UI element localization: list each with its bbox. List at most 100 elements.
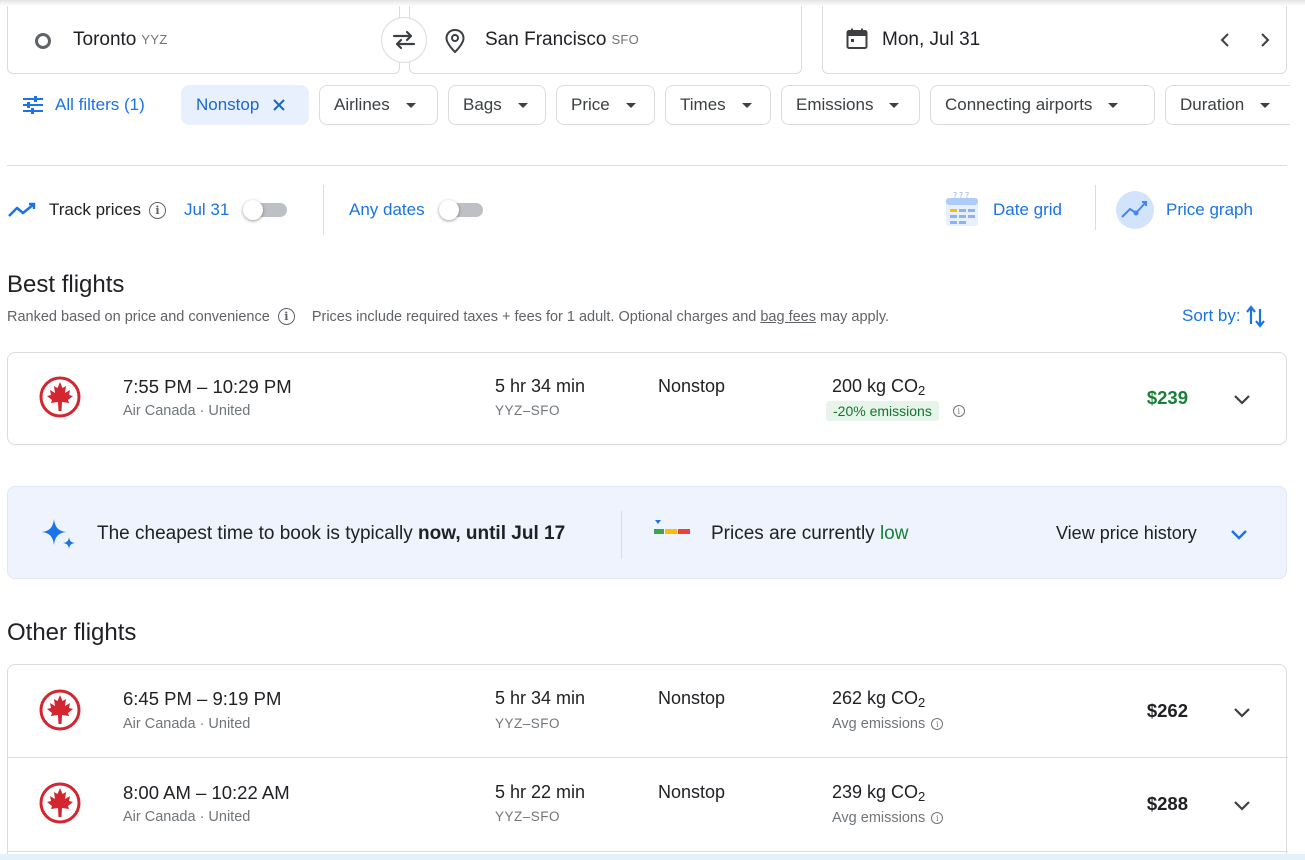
price-chip[interactable]: Price	[556, 85, 655, 125]
flight-price: $239	[1146, 387, 1188, 408]
co2-value: 200 kg CO	[832, 376, 919, 396]
date-grid-button[interactable]: ? ? ? Date grid	[945, 190, 1062, 230]
price-level-a: Prices are currently	[711, 523, 875, 544]
origin-city: Toronto	[73, 28, 137, 50]
caret-down-icon	[889, 102, 900, 108]
sort-by-label: Sort by:	[1182, 306, 1241, 325]
connecting-airports-chip[interactable]: Connecting airports	[930, 85, 1155, 125]
flight-route: YYZ–SFO	[495, 716, 561, 731]
emissions-info: Avg emissions i	[832, 810, 944, 826]
swap-button[interactable]	[381, 17, 427, 63]
flight-row[interactable]: 8:00 AM – 10:22 AM Air Canada · United 5…	[8, 759, 1288, 852]
close-icon[interactable]	[272, 98, 286, 112]
previous-date-button[interactable]	[1213, 28, 1237, 52]
co2-subscript: 2	[918, 383, 926, 398]
toggle-knob	[438, 200, 459, 220]
flight-co2: 239 kg CO2	[832, 782, 925, 804]
date-grid-icon: ? ? ?	[946, 192, 978, 226]
track-prices-group: Track prices i Jul 31	[7, 190, 288, 230]
svg-text:?: ?	[953, 192, 957, 200]
track-date-label: Jul 31	[183, 200, 230, 219]
destination-field[interactable]: San Francisco SFO	[409, 6, 802, 74]
info-icon[interactable]: i	[931, 718, 944, 730]
emissions-chip-label: Emissions	[796, 95, 874, 114]
info-icon[interactable]: i	[931, 812, 944, 824]
emissions-label: Avg emissions	[832, 810, 926, 826]
destination-city: San Francisco	[485, 28, 607, 50]
all-filters-button[interactable]: All filters (1)	[22, 85, 145, 125]
ranked-label: Ranked based on price and convenience	[7, 308, 270, 325]
prices-note-start: Prices include required taxes + fees for…	[311, 308, 757, 325]
info-icon[interactable]: i	[277, 308, 295, 325]
any-dates-toggle[interactable]	[438, 200, 483, 220]
emissions-info: Avg emissions i	[832, 716, 944, 732]
next-date-button[interactable]	[1253, 28, 1277, 52]
chevron-down-icon[interactable]	[1232, 795, 1252, 815]
prices-note-end: may apply.	[819, 308, 890, 325]
filter-sliders-icon	[23, 96, 43, 114]
chevron-down-icon[interactable]	[1232, 702, 1252, 722]
airlines-chip-label: Airlines	[334, 95, 390, 114]
track-separator	[323, 185, 324, 235]
view-price-history-link[interactable]: View price history	[1056, 523, 1197, 544]
best-flights-heading: Best flights	[7, 271, 125, 298]
emissions-badge: -20% emissions	[826, 401, 939, 421]
flight-airlines: Air Canada · United	[123, 716, 251, 732]
chevron-down-icon[interactable]	[1232, 389, 1252, 409]
flight-duration: 5 hr 34 min	[495, 376, 586, 396]
best-flights-list: 7:55 PM – 10:29 PM Air Canada · United 5…	[7, 352, 1287, 445]
flight-stops: Nonstop	[658, 688, 726, 708]
departure-date: Mon, Jul 31	[882, 28, 981, 50]
price-graph-button[interactable]: Price graph	[1116, 190, 1253, 230]
flight-row[interactable]: 7:55 PM – 10:29 PM Air Canada · United 5…	[8, 353, 1288, 446]
flight-duration: 5 hr 22 min	[495, 782, 586, 802]
info-icon[interactable]: i	[148, 201, 166, 219]
origin-circle-icon	[35, 33, 51, 49]
caret-down-icon	[741, 102, 752, 108]
track-prices-toggle[interactable]	[243, 200, 288, 220]
flight-times: 6:45 PM – 9:19 PM	[123, 688, 282, 709]
origin-code: YYZ	[141, 32, 168, 47]
best-flights-subtitle: Ranked based on price and convenience i …	[7, 308, 889, 325]
price-chip-label: Price	[571, 95, 610, 114]
flight-route: YYZ–SFO	[495, 403, 561, 418]
price-insight-banner: The cheapest time to book is typically n…	[7, 486, 1287, 579]
bags-chip-label: Bags	[463, 95, 502, 114]
times-chip[interactable]: Times	[665, 85, 771, 125]
duration-chip[interactable]: Duration	[1165, 85, 1290, 125]
air-canada-logo-icon	[39, 376, 81, 418]
cheapest-text-a: The cheapest time to book is typically	[97, 523, 413, 544]
bags-chip[interactable]: Bags	[448, 85, 546, 125]
emissions-chip[interactable]: Emissions	[781, 85, 920, 125]
chevron-down-icon[interactable]	[1229, 525, 1249, 545]
cheapest-time-text: The cheapest time to book is typically n…	[97, 523, 565, 545]
co2-subscript: 2	[918, 695, 926, 710]
flight-stops: Nonstop	[658, 376, 726, 396]
price-graph-label: Price graph	[1166, 200, 1253, 219]
nonstop-chip[interactable]: Nonstop	[181, 85, 309, 125]
bag-fees-link[interactable]: bag fees	[760, 309, 816, 325]
cheapest-text-b: now, until Jul 17	[418, 523, 566, 544]
co2-value: 239 kg CO	[832, 782, 919, 802]
price-level-b: low	[879, 523, 909, 544]
price-graph-icon	[1116, 191, 1154, 229]
destination-code: SFO	[611, 32, 640, 47]
chevron-left-icon	[1220, 33, 1229, 47]
airlines-chip[interactable]: Airlines	[319, 85, 438, 125]
times-chip-label: Times	[680, 95, 726, 114]
caret-down-icon	[517, 102, 528, 108]
flight-row[interactable]: 6:45 PM – 9:19 PM Air Canada · United 5 …	[8, 665, 1288, 758]
caret-down-icon	[405, 102, 416, 108]
trending-line-icon	[8, 202, 36, 217]
sort-by-button[interactable]: Sort by:	[1182, 304, 1267, 328]
origin-field[interactable]: Toronto YYZ	[7, 6, 400, 74]
emissions-info: -20% emissions i	[826, 401, 965, 421]
any-dates-label: Any dates	[349, 200, 425, 219]
info-icon[interactable]: i	[952, 405, 965, 417]
graph-separator	[1095, 185, 1096, 230]
any-dates-group: Any dates	[349, 190, 483, 230]
flight-times: 7:55 PM – 10:29 PM	[123, 376, 292, 397]
other-flights-list: 6:45 PM – 9:19 PM Air Canada · United 5 …	[7, 664, 1288, 860]
departure-date-field[interactable]: Mon, Jul 31	[822, 6, 1287, 74]
flight-airlines: Air Canada · United	[123, 403, 251, 419]
